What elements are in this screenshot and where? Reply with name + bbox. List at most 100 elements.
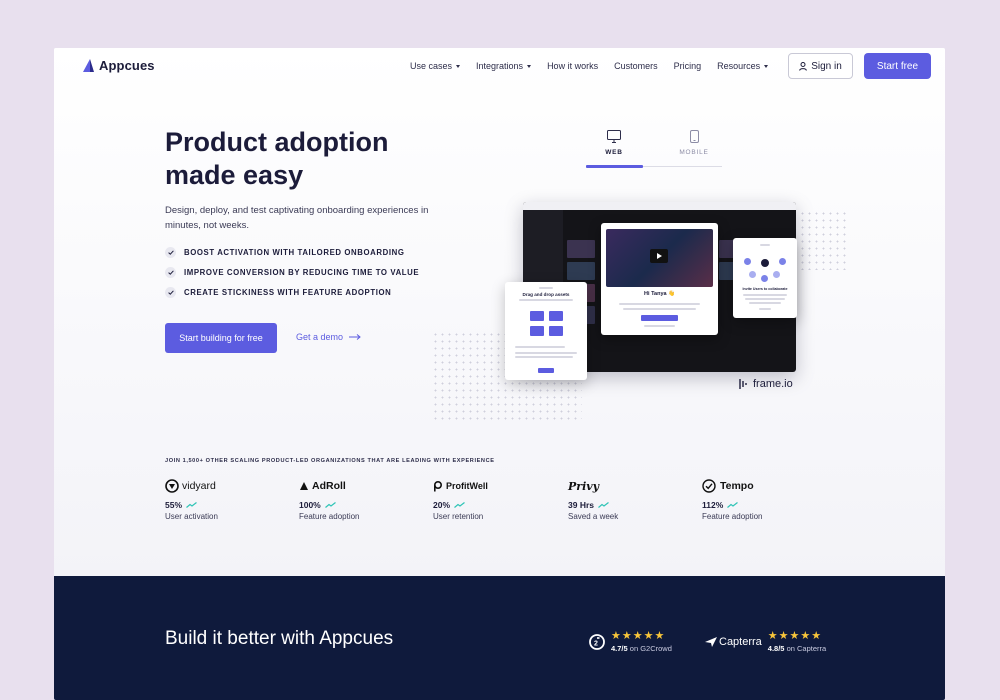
- menu-label: Use cases: [410, 61, 453, 71]
- text-line: [644, 325, 675, 327]
- benefit-item: CREATE STICKINESS WITH FEATURE ADOPTION: [165, 282, 419, 302]
- menu-pricing[interactable]: Pricing: [674, 61, 702, 71]
- stat-label: User retention: [433, 512, 484, 521]
- cta-band: Build it better with Appcues 2 ★★★★★ 4.7…: [54, 576, 945, 700]
- stat-profitwell: ProfitWell 20% User retention: [433, 477, 553, 521]
- brand-name: Tempo: [720, 480, 754, 492]
- stat-number: 39 Hrs: [568, 500, 594, 510]
- stat-number: 100%: [299, 500, 321, 510]
- stat-adroll: AdRoll 100% Feature adoption: [299, 477, 419, 521]
- stat-value: 55%: [165, 500, 285, 510]
- avatar: [773, 271, 780, 278]
- folder-icon: [530, 311, 544, 321]
- menu-integrations[interactable]: Integrations: [476, 61, 532, 71]
- capterra-logo: Capterra: [705, 636, 762, 648]
- check-icon: [165, 266, 176, 278]
- rating-text: 4.8/5 on Capterra: [768, 644, 826, 653]
- stat-tempo: Tempo 112% Feature adoption: [702, 477, 822, 521]
- stat-label: Feature adoption: [299, 512, 360, 521]
- chevron-down-icon: [456, 64, 461, 68]
- text-line: [760, 244, 770, 246]
- tab-label: WEB: [605, 149, 623, 156]
- upload-modal: Drag and drop assets: [505, 282, 587, 380]
- privy-logo: Privy: [568, 477, 688, 495]
- trend-up-icon: [727, 502, 739, 508]
- profitwell-icon: [434, 480, 442, 491]
- chevron-down-icon: [764, 64, 769, 68]
- frameio-icon: [739, 379, 747, 389]
- adroll-icon: [300, 482, 308, 490]
- frameio-text: frame.io: [753, 378, 793, 390]
- rating-source: on G2Crowd: [629, 644, 672, 653]
- text-line: [515, 346, 565, 348]
- chevron-down-icon: [527, 64, 532, 68]
- rating-detail: ★★★★★ 4.8/5 on Capterra: [768, 630, 826, 653]
- menu-how-it-works[interactable]: How it works: [547, 61, 598, 71]
- tab-label: MOBILE: [679, 149, 709, 156]
- benefit-list: BOOST ACTIVATION WITH TAILORED ONBOARDIN…: [165, 242, 419, 302]
- rating-score: 4.8/5: [767, 644, 785, 653]
- stat-value: 39 Hrs: [568, 500, 688, 510]
- avatar: [779, 258, 786, 265]
- tempo-check-icon: [702, 479, 716, 493]
- hero-title-line: Product adoption: [165, 127, 389, 157]
- text-line: [743, 294, 787, 296]
- logo-text: Appcues: [99, 58, 155, 73]
- main-menu: Use cases Integrations How it works Cust…: [410, 61, 784, 71]
- tab-mobile[interactable]: MOBILE: [666, 130, 722, 156]
- brand-name: AdRoll: [312, 480, 346, 492]
- avatar: [761, 275, 768, 282]
- stat-value: 20%: [433, 500, 553, 510]
- g2-icon: 2: [589, 633, 605, 650]
- browser-bar: [523, 202, 796, 210]
- text-line: [745, 298, 785, 300]
- mobile-icon: [689, 130, 699, 143]
- menu-label: Pricing: [673, 61, 702, 71]
- rating-capterra: Capterra ★★★★★ 4.8/5 on Capterra: [705, 630, 826, 653]
- trend-up-icon: [186, 502, 197, 508]
- trend-up-icon: [598, 502, 609, 508]
- play-icon[interactable]: [650, 249, 668, 263]
- star-rating: ★★★★★: [767, 630, 823, 642]
- text-line: [539, 287, 553, 289]
- profitwell-logo: ProfitWell: [433, 477, 553, 495]
- appcues-logo[interactable]: Appcues: [82, 58, 155, 73]
- menu-label: Customers: [614, 61, 658, 71]
- sign-in-button[interactable]: Sign in: [788, 53, 853, 79]
- close-icon[interactable]: [761, 259, 769, 267]
- stat-number: 20%: [433, 500, 451, 510]
- check-icon: [165, 246, 176, 258]
- arrow-right-icon: [349, 334, 361, 340]
- menu-label: Integrations: [476, 61, 524, 71]
- tab-web[interactable]: WEB: [586, 130, 642, 156]
- top-nav: Appcues Use cases Integrations How it wo…: [54, 48, 945, 86]
- video-preview[interactable]: [606, 229, 713, 287]
- menu-label: How it works: [547, 61, 599, 71]
- invite-modal: Invite Users to collaborate: [733, 238, 797, 318]
- demo-label: Get a demo: [296, 332, 344, 342]
- rating-text: 4.7/5 on G2Crowd: [611, 644, 672, 653]
- stat-vidyard: vidyard 55% User activation: [165, 477, 285, 521]
- user-icon: [799, 61, 808, 71]
- benefit-item: IMPROVE CONVERSION BY REDUCING TIME TO V…: [165, 262, 419, 282]
- adroll-logo: AdRoll: [299, 477, 419, 495]
- mini-cta-button[interactable]: [641, 315, 678, 321]
- hero-title: Product adoption made easy: [165, 126, 455, 192]
- desktop-icon: [607, 130, 621, 143]
- invite-title: Invite Users to collaborate: [742, 287, 788, 291]
- start-building-button[interactable]: Start building for free: [165, 323, 277, 353]
- stat-label: Saved a week: [568, 512, 619, 521]
- brand-name: ProfitWell: [446, 481, 488, 491]
- mini-next-button[interactable]: [538, 368, 554, 373]
- get-demo-link[interactable]: Get a demo: [296, 332, 361, 342]
- menu-resources[interactable]: Resources: [717, 61, 769, 71]
- stat-label: User activation: [165, 512, 218, 521]
- menu-customers[interactable]: Customers: [614, 61, 658, 71]
- stat-privy: Privy 39 Hrs Saved a week: [568, 477, 688, 522]
- capterra-icon: [705, 636, 717, 647]
- menu-use-cases[interactable]: Use cases: [410, 61, 461, 71]
- active-tab-indicator: [586, 165, 643, 168]
- check-icon: [165, 286, 176, 298]
- start-free-button[interactable]: Start free: [864, 53, 931, 79]
- trend-up-icon: [324, 502, 336, 508]
